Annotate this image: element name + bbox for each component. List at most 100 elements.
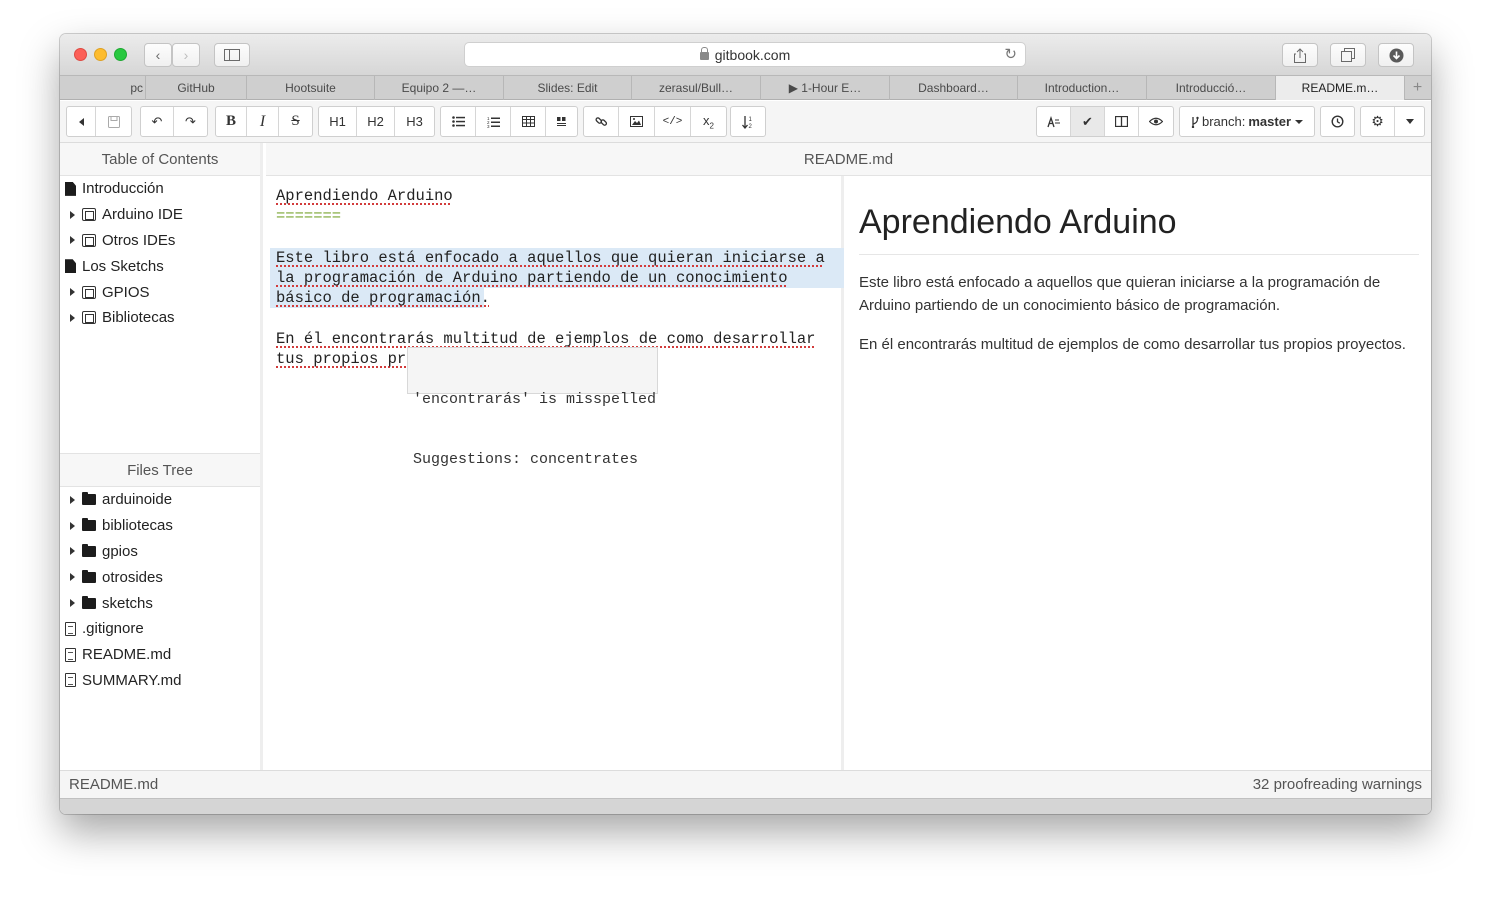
code-button[interactable]: </> (655, 107, 691, 136)
toc-item-gpios[interactable]: GPIOS (60, 279, 260, 305)
share-button[interactable] (1282, 43, 1318, 67)
h3-button[interactable]: H3 (395, 107, 434, 136)
h1-button[interactable]: H1 (319, 107, 357, 136)
settings-group: ⚙ (1360, 106, 1425, 137)
collapse-sidebar-button[interactable] (67, 107, 96, 136)
tab[interactable]: ▶ 1-Hour E… (761, 76, 890, 100)
files-item-readme[interactable]: README.md (60, 642, 260, 668)
caret-right-icon[interactable] (70, 313, 75, 322)
insert-group: </> x2 (583, 106, 727, 137)
files-item-otrosides[interactable]: otrosides (60, 564, 260, 590)
strikethrough-button[interactable]: S (279, 107, 312, 136)
history-icon (1331, 115, 1344, 128)
bullet-list-button[interactable] (441, 107, 476, 136)
caret-right-icon[interactable] (70, 288, 75, 297)
preview-button[interactable] (1139, 107, 1173, 136)
caret-right-icon[interactable] (70, 573, 75, 582)
files-item-bibliotecas[interactable]: bibliotecas (60, 513, 260, 539)
reload-icon[interactable]: ↻ (1004, 45, 1017, 63)
current-file-title: README.md (266, 143, 1431, 176)
chevron-left-icon: ‹ (155, 47, 161, 63)
caret-right-icon[interactable] (70, 599, 75, 608)
editor-area: README.md Aprendiendo Arduino ======= Es… (266, 143, 1431, 770)
link-button[interactable] (584, 107, 619, 136)
history-button[interactable] (1321, 107, 1354, 136)
proofread-button[interactable] (1037, 107, 1071, 136)
proofreading-warnings[interactable]: 32 proofreading warnings (1253, 776, 1422, 793)
caret-right-icon[interactable] (70, 210, 75, 219)
toc-item-label: Bibliotecas (102, 309, 175, 327)
more-options-button[interactable] (1395, 107, 1424, 136)
files-item-gpios[interactable]: gpios (60, 539, 260, 565)
table-button[interactable] (511, 107, 546, 136)
editor-line: tus propios pro (276, 350, 416, 368)
settings-button[interactable]: ⚙ (1361, 107, 1395, 136)
caret-down-icon (1405, 119, 1414, 124)
tab[interactable]: Introducció… (1147, 76, 1276, 100)
branch-label: branch: (1201, 114, 1246, 129)
tab[interactable]: Introduction… (1018, 76, 1147, 100)
blockquote-button[interactable] (546, 107, 577, 136)
caret-right-icon[interactable] (70, 236, 75, 245)
tab-active[interactable]: README.m… (1276, 76, 1405, 100)
sidebar-toggle-button[interactable] (214, 43, 250, 67)
tab[interactable]: zerasul/Bull… (632, 76, 761, 100)
image-button[interactable] (619, 107, 655, 136)
files-item-summary[interactable]: SUMMARY.md (60, 668, 260, 694)
back-button[interactable]: ‹ (144, 43, 172, 67)
tab[interactable]: Dashboard… (890, 76, 1018, 100)
numbered-list-button[interactable]: 123 (476, 107, 511, 136)
h2-button[interactable]: H2 (357, 107, 395, 136)
close-window-button[interactable] (74, 48, 87, 61)
sort-group: 12 (730, 106, 766, 137)
files-item-arduinoide[interactable]: arduinoide (60, 487, 260, 513)
code-file-icon (65, 621, 76, 636)
tabs-overview-button[interactable] (1330, 43, 1366, 67)
files-tree-list: arduinoide bibliotecas gpios otrosides s (60, 487, 260, 693)
caret-right-icon[interactable] (70, 495, 75, 504)
redo-button[interactable]: ↷ (174, 107, 207, 136)
address-bar[interactable]: gitbook.com ↻ (464, 42, 1026, 67)
check-button[interactable]: ✔ (1071, 107, 1105, 136)
toc-item-bibliotecas[interactable]: Bibliotecas (60, 305, 260, 331)
toc-item-otros-ides[interactable]: Otros IDEs (60, 228, 260, 254)
link-icon (594, 117, 607, 126)
sort-button[interactable]: 12 (731, 107, 765, 136)
undo-button[interactable]: ↶ (141, 107, 174, 136)
folder-icon (82, 595, 96, 609)
folder-icon (82, 492, 96, 506)
save-button[interactable] (96, 107, 131, 136)
tab[interactable]: Hootsuite (247, 76, 375, 100)
minimize-window-button[interactable] (94, 48, 107, 61)
tab[interactable]: Slides: Edit (504, 76, 632, 100)
toc-item-introduccion[interactable]: Introducción (60, 176, 260, 202)
caret-right-icon[interactable] (70, 521, 75, 530)
chevron-right-icon: › (183, 47, 189, 63)
split-view-button[interactable] (1105, 107, 1139, 136)
subscript-button[interactable]: x2 (691, 107, 726, 136)
toc-item-label: Otros IDEs (102, 231, 176, 249)
toc-item-los-sketchs[interactable]: Los Sketchs (60, 253, 260, 279)
tooltip-suggestions[interactable]: Suggestions: concentrates (413, 450, 652, 470)
bullet-list-icon (451, 116, 465, 127)
caret-right-icon[interactable] (70, 547, 75, 556)
bold-button[interactable]: B (216, 107, 247, 136)
italic-button[interactable]: I (247, 107, 279, 136)
zoom-window-button[interactable] (114, 48, 127, 61)
branch-select[interactable]: branch: master (1180, 107, 1314, 136)
files-item-gitignore[interactable]: .gitignore (60, 616, 260, 642)
markdown-editor[interactable]: Aprendiendo Arduino ======= Este libro e… (266, 176, 844, 770)
tab[interactable]: GitHub (146, 76, 247, 100)
forward-button[interactable]: › (172, 43, 200, 67)
tab[interactable]: Equipo 2 —… (375, 76, 504, 100)
tab[interactable]: pc (60, 76, 146, 100)
toc-item-arduino-ide[interactable]: Arduino IDE (60, 202, 260, 228)
strikethrough-icon: S (291, 113, 300, 129)
downloads-button[interactable] (1378, 43, 1414, 67)
files-item-sketchs[interactable]: sketchs (60, 590, 260, 616)
numbered-list-icon: 123 (487, 116, 500, 128)
folder-icon (82, 569, 96, 583)
file-icon (65, 181, 76, 196)
toc-item-label: Arduino IDE (102, 206, 183, 224)
new-tab-button[interactable]: + (1405, 76, 1430, 99)
